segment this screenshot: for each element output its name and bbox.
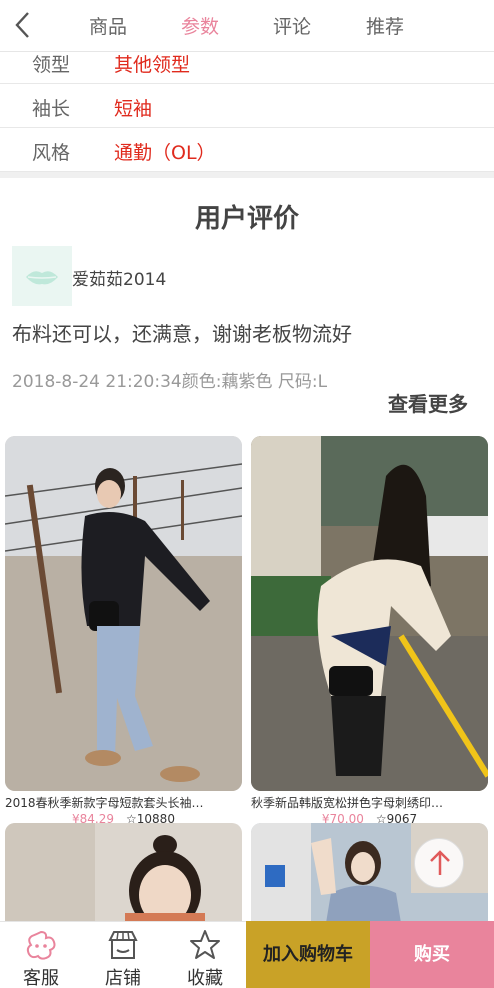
collect-button[interactable]: 收藏: [164, 922, 244, 988]
flower-service-icon: [26, 930, 56, 960]
service-button[interactable]: 客服: [0, 922, 80, 988]
star-icon: [190, 930, 220, 959]
tab-recommend[interactable]: 推荐: [366, 12, 404, 39]
tab-comments[interactable]: 评论: [273, 12, 311, 39]
product-name: 2018春秋季新款字母短款套头长袖…: [5, 796, 204, 810]
param-value: 其他领型: [114, 54, 191, 76]
review-meta: 2018-8-24 21:20:34颜色:藕紫色 尺码:L: [12, 372, 328, 392]
reviews-title: 用户评价: [194, 204, 299, 234]
see-more-link[interactable]: 查看更多: [388, 388, 468, 417]
product-card[interactable]: 秋季新品韩版宽松拼色字母刺绣印… ¥70.00 ☆9067: [251, 436, 488, 826]
product-image[interactable]: [251, 436, 488, 791]
add-to-cart-button[interactable]: 加入购物车: [246, 921, 370, 988]
store-icon: [108, 931, 138, 959]
param-row-sleeve: 袖长 短袖: [0, 84, 494, 128]
tab-goods[interactable]: 商品: [89, 12, 127, 39]
avatar: [12, 246, 72, 306]
param-row-style: 风格 通勤（OL）: [0, 128, 494, 172]
product-name: 秋季新品韩版宽松拼色字母刺绣印…: [251, 796, 444, 810]
lips-icon: [26, 271, 58, 285]
param-key: 袖长: [32, 98, 71, 120]
collect-label: 收藏: [187, 968, 223, 988]
store-button[interactable]: 店铺: [82, 922, 162, 988]
arrow-up-icon: [430, 850, 450, 875]
tab-params[interactable]: 参数: [181, 12, 219, 39]
review-username: 爱茹茹2014: [72, 270, 167, 290]
param-value: 通勤（OL）: [114, 142, 216, 164]
param-key: 领型: [32, 54, 71, 76]
back-arrow-icon[interactable]: [8, 8, 42, 42]
product-card[interactable]: 2018春秋季新款字母短款套头长袖… ¥84.29 ☆10880: [5, 436, 242, 826]
product-image[interactable]: [5, 823, 242, 923]
service-label: 客服: [23, 968, 59, 988]
section-divider: [0, 172, 494, 178]
store-label: 店铺: [105, 968, 141, 988]
buy-button[interactable]: 购买: [370, 921, 494, 988]
product-image[interactable]: [5, 436, 242, 791]
param-value: 短袖: [114, 98, 153, 120]
top-nav: 商品 参数 评论 推荐: [0, 0, 494, 52]
param-key: 风格: [32, 142, 71, 164]
back-to-top-button[interactable]: [414, 838, 464, 888]
product-card[interactable]: [5, 823, 242, 923]
review-text: 布料还可以，还满意，谢谢老板物流好: [12, 322, 352, 346]
